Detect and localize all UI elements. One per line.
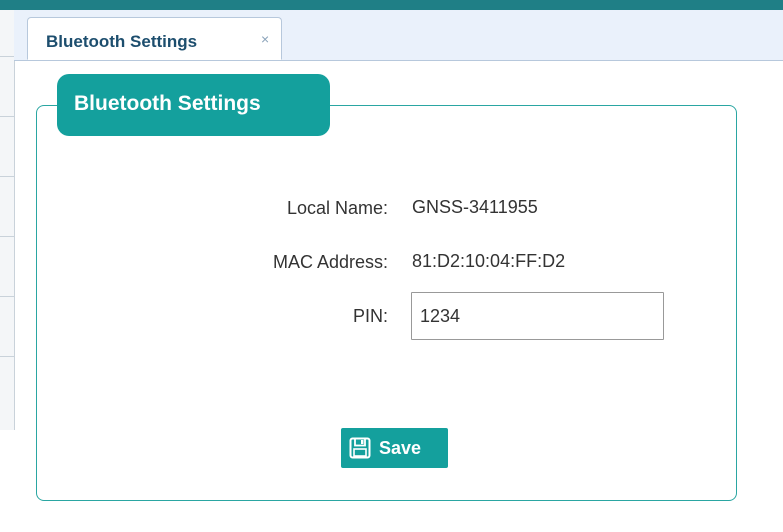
sidebar-divider <box>0 176 14 177</box>
left-sidebar-edge <box>0 10 15 430</box>
sidebar-divider <box>0 116 14 117</box>
top-stripe <box>0 0 783 10</box>
close-icon[interactable]: × <box>261 31 269 47</box>
mac-address-label: MAC Address: <box>272 252 388 272</box>
save-button[interactable]: Save <box>341 428 448 468</box>
mac-address-value: 81:D2:10:04:FF:D2 <box>412 251 566 271</box>
page: Bluetooth Settings × Bluetooth Settings … <box>0 0 783 532</box>
local-name-label: Local Name: <box>286 198 388 218</box>
tab-bluetooth-settings[interactable]: Bluetooth Settings × <box>27 17 282 60</box>
tab-label: Bluetooth Settings <box>46 32 198 51</box>
panel-title: Bluetooth Settings <box>74 92 261 115</box>
pin-input[interactable] <box>411 292 664 340</box>
tab-bar: Bluetooth Settings × <box>14 10 783 61</box>
sidebar-divider <box>0 356 14 357</box>
sidebar-divider <box>0 236 14 237</box>
save-button-label: Save <box>379 438 422 458</box>
pin-label: PIN: <box>352 306 388 326</box>
panel-legend: Bluetooth Settings <box>57 74 330 136</box>
sidebar-divider <box>0 296 14 297</box>
local-name-value: GNSS-3411955 <box>412 197 538 217</box>
floppy-disk-icon <box>349 437 371 459</box>
sidebar-divider <box>0 56 14 57</box>
